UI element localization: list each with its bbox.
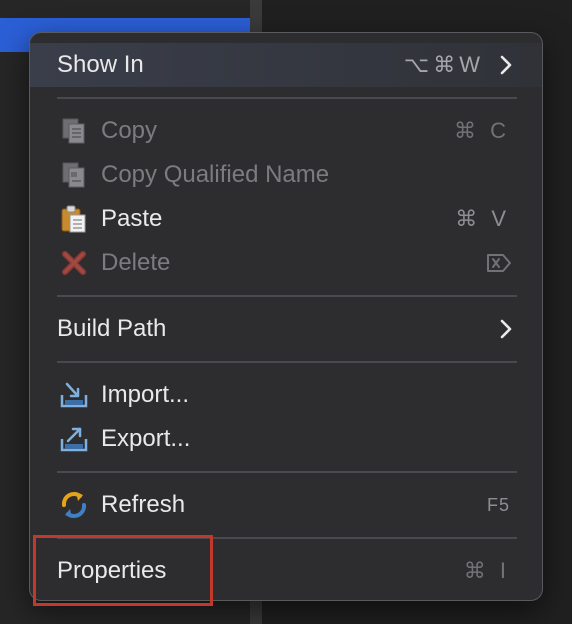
menu-item-export[interactable]: Export... [30, 417, 542, 461]
menu-item-label: Paste [101, 205, 163, 232]
menu-item-label: Import... [101, 381, 190, 408]
menu-item-refresh[interactable]: Refresh F5 [30, 483, 542, 527]
menu-item-copy[interactable]: Copy ⌘ C [30, 109, 542, 153]
export-icon [58, 423, 90, 455]
shortcut-label: ⌘ I [463, 558, 510, 583]
menu-item-label: Copy Qualified Name [101, 161, 330, 188]
forward-delete-icon [487, 254, 511, 272]
delete-icon [58, 247, 90, 279]
import-icon [58, 379, 90, 411]
menu-item-label: Delete [101, 249, 171, 276]
menu-item-label: Export... [101, 425, 191, 452]
menu-item-paste[interactable]: Paste ⌘ V [30, 197, 542, 241]
paste-icon [58, 203, 90, 235]
refresh-icon [58, 489, 90, 521]
menu-item-label: Show In [57, 51, 144, 78]
menu-item-delete[interactable]: Delete [30, 241, 542, 285]
menu-item-import[interactable]: Import... [30, 373, 542, 417]
copy-icon [58, 115, 90, 147]
menu-item-copy-qualified-name[interactable]: Copy Qualified Name [30, 153, 542, 197]
menu-item-label: Copy [101, 117, 158, 144]
menu-item-label: Refresh [101, 491, 186, 518]
menu-separator [57, 295, 517, 297]
context-menu: Show In ⌥⌘W Copy ⌘ C Copy Qualified Name… [29, 32, 543, 601]
chevron-right-icon [500, 319, 512, 339]
menu-item-label: Build Path [57, 315, 167, 342]
shortcut-label: ⌥⌘W [403, 52, 484, 77]
chevron-right-icon [500, 55, 512, 75]
menu-separator [57, 97, 517, 99]
shortcut-label: F5 [486, 494, 510, 515]
menu-item-show-in[interactable]: Show In ⌥⌘W [30, 43, 542, 87]
menu-separator [57, 361, 517, 363]
shortcut-label: ⌘ C [454, 118, 510, 143]
copy-qualified-name-icon [58, 159, 90, 191]
shortcut-label: ⌘ V [455, 206, 510, 231]
properties-highlight-annotation [33, 535, 213, 606]
menu-separator [57, 471, 517, 473]
menu-item-build-path[interactable]: Build Path [30, 307, 542, 351]
